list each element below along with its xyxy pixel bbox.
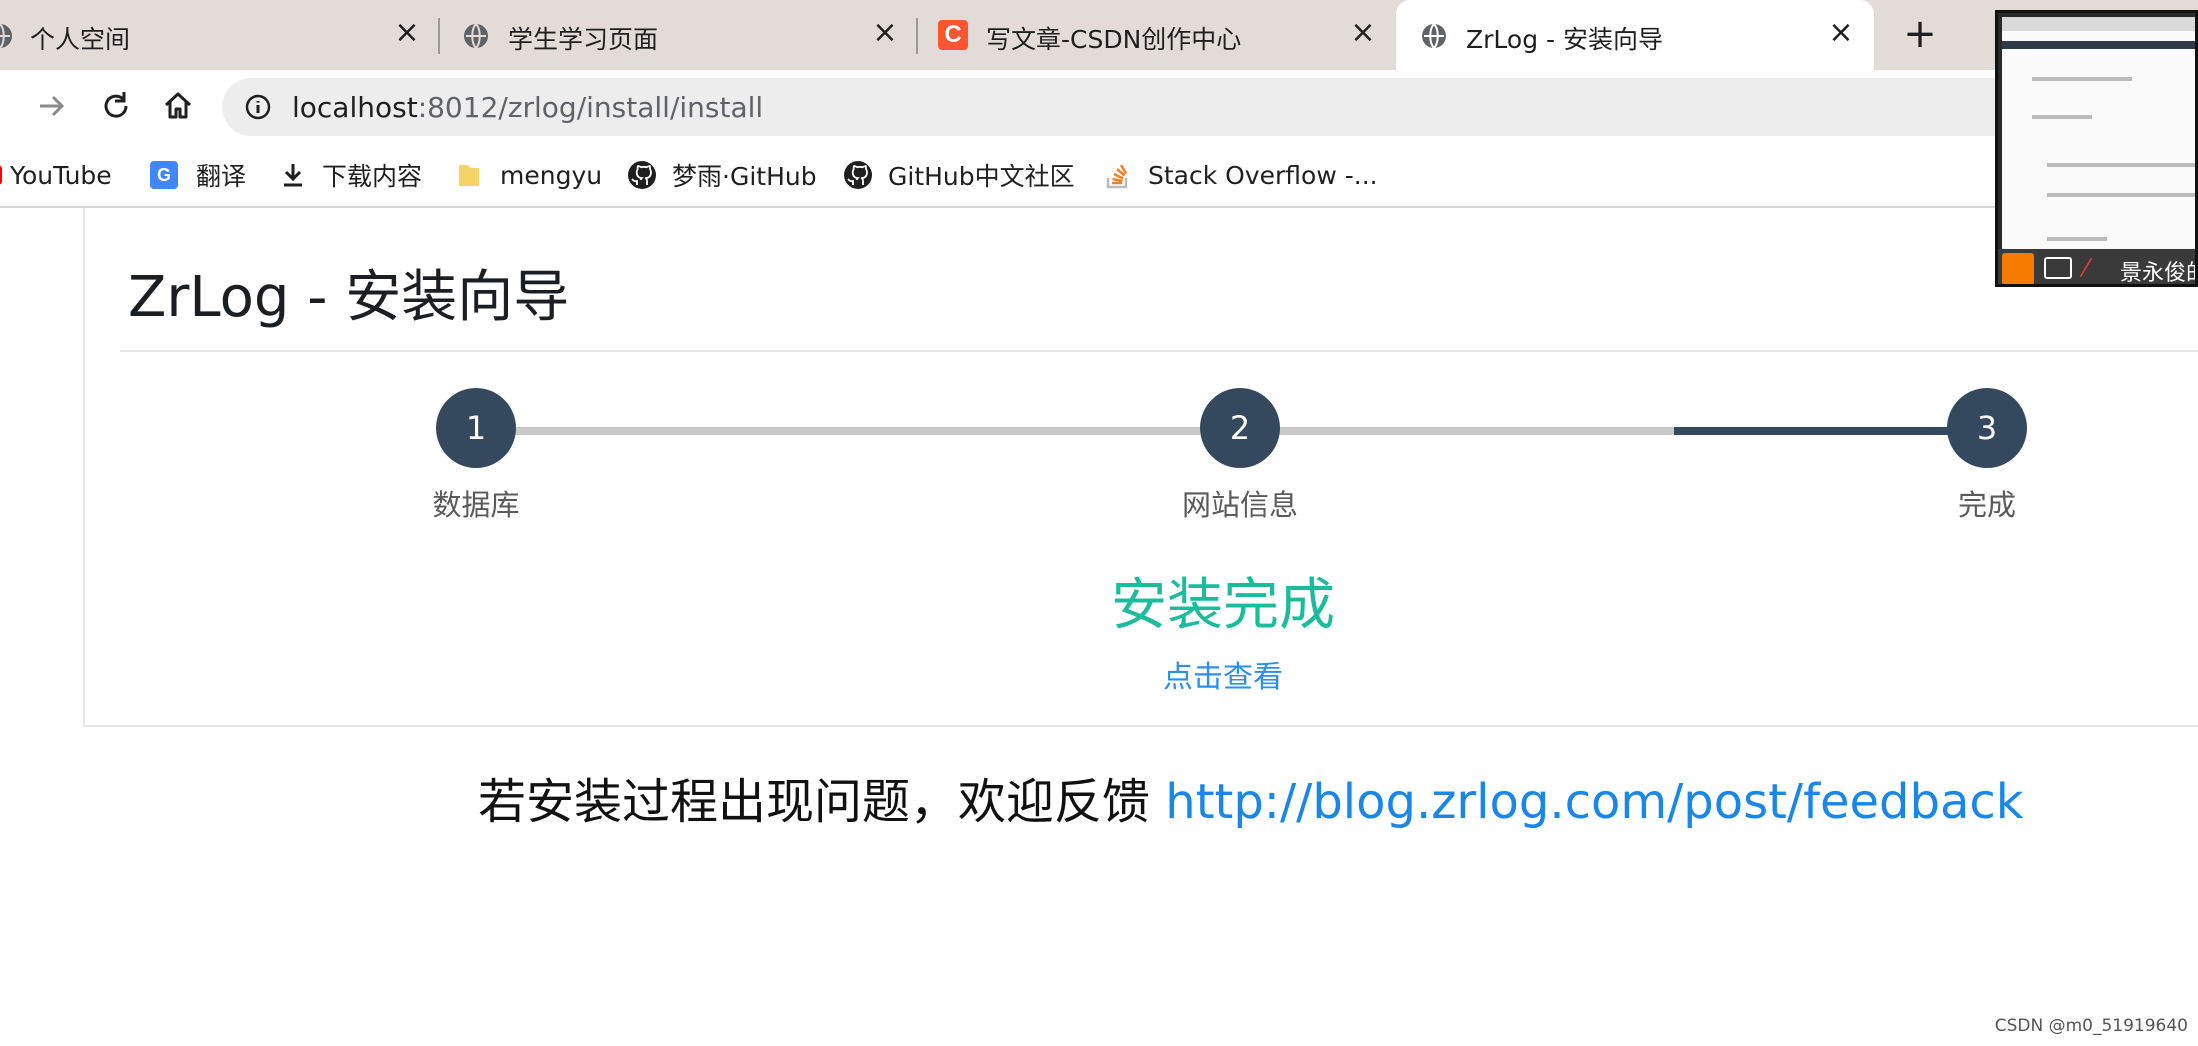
bookmark-mengyu[interactable]: mengyu: [456, 158, 602, 192]
bookmark-stackoverflow[interactable]: Stack Overflow -...: [1104, 158, 1378, 192]
step-label-complete: 完成: [1957, 488, 2017, 522]
new-tab-button[interactable]: +: [1900, 14, 1940, 54]
csdn-watermark: CSDN @m0_51919640: [1994, 1016, 2188, 1036]
feedback-link[interactable]: http://blog.zrlog.com/post/feedback: [1165, 774, 2023, 830]
bookmark-youtube[interactable]: YouTube: [0, 158, 112, 192]
page-title: ZrLog - 安装向导: [128, 265, 570, 330]
bookmark-downloads[interactable]: 下载内容: [280, 158, 422, 192]
close-icon[interactable]: ×: [1826, 18, 1856, 48]
share-icon[interactable]: [2044, 257, 2072, 279]
download-icon: [284, 164, 302, 187]
tab-student-learning[interactable]: 学生学习页面 ×: [440, 0, 918, 70]
step-circle-3: 3: [1947, 388, 2027, 468]
feedback-text: 若安装过程出现问题，欢迎反馈: [478, 774, 1166, 830]
home-icon[interactable]: [158, 86, 198, 126]
tab-zrlog-install[interactable]: ZrLog - 安装向导 ×: [1396, 0, 1874, 70]
step-label-site-info: 网站信息: [1181, 488, 1299, 522]
bookmark-label: Stack Overflow -...: [1148, 160, 1378, 190]
url-path: :8012/zrlog/install/install: [417, 91, 764, 124]
view-site-link[interactable]: 点击查看: [1163, 652, 1283, 696]
thumbnail-toolbar: ⁄ 景永俊的: [1998, 249, 2195, 286]
url-text: localhost:8012/zrlog/install/install: [292, 91, 763, 124]
github-icon: [844, 161, 872, 189]
bookmark-github-cn[interactable]: GitHub中文社区: [842, 158, 1075, 192]
bookmark-label: 梦雨·GitHub: [672, 162, 817, 191]
thumbnail-preview: [2002, 17, 2195, 249]
step-connector-2-done: [1674, 427, 1950, 435]
screen-share-thumbnail[interactable]: ⁄ 景永俊的: [1995, 10, 2198, 287]
person-icon[interactable]: [2002, 253, 2034, 284]
step-connector-2: [1278, 427, 1674, 435]
tab-title: 学生学习页面: [508, 25, 659, 54]
bookmarks-bar: YouTube G 翻译 下载内容 mengyu 梦雨·GitHub GitHu…: [0, 144, 2198, 208]
browser-toolbar: localhost:8012/zrlog/install/install: [0, 70, 2198, 144]
bookmark-label: mengyu: [500, 160, 603, 190]
translate-icon: G: [150, 161, 178, 189]
youtube-icon: [0, 165, 2, 185]
close-icon[interactable]: ×: [392, 18, 422, 48]
close-icon[interactable]: ×: [870, 18, 900, 48]
install-complete-heading: 安装完成: [1111, 573, 1335, 638]
info-icon[interactable]: [244, 93, 272, 121]
bookmark-label: YouTube: [10, 160, 112, 190]
step-circle-1: 1: [436, 388, 516, 468]
bookmark-label: GitHub中文社区: [888, 162, 1075, 191]
title-divider: [120, 350, 2198, 352]
step-label-database: 数据库: [432, 488, 520, 522]
tab-title: ZrLog - 安装向导: [1466, 25, 1663, 54]
step-circle-2: 2: [1200, 388, 1280, 468]
url-host: localhost: [292, 91, 418, 124]
participant-name: 景永俊的: [2120, 261, 2195, 286]
feedback-line: 若安装过程出现问题，欢迎反馈 http://blog.zrlog.com/pos…: [478, 762, 2024, 832]
bookmark-label: 翻译: [196, 162, 247, 191]
tab-title: 写文章-CSDN创作中心: [986, 25, 1242, 54]
stackoverflow-icon: [1106, 164, 1128, 189]
bookmark-mengyu-github[interactable]: 梦雨·GitHub: [626, 158, 817, 192]
globe-icon: [0, 23, 12, 49]
tab-strip: 个人空间 × 学生学习页面 × C 写文章-CSDN创作中心 × ZrLog -…: [0, 0, 2198, 70]
tab-csdn-writer[interactable]: C 写文章-CSDN创作中心 ×: [918, 0, 1396, 70]
tab-personal-space[interactable]: 个人空间 ×: [0, 0, 440, 70]
globe-icon: [1422, 23, 1446, 49]
globe-icon: [464, 23, 488, 49]
tab-title: 个人空间: [30, 25, 131, 54]
reload-icon[interactable]: [96, 86, 136, 126]
mic-muted-icon[interactable]: ⁄: [2084, 255, 2104, 281]
bookmark-label: 下载内容: [322, 162, 423, 191]
step-connector-1: [514, 427, 1200, 435]
folder-icon: [459, 165, 479, 186]
github-icon: [628, 161, 656, 189]
forward-arrow-icon[interactable]: [32, 86, 72, 126]
bookmark-translate[interactable]: G 翻译: [150, 158, 246, 192]
close-icon[interactable]: ×: [1348, 18, 1378, 48]
address-bar[interactable]: localhost:8012/zrlog/install/install: [222, 78, 2022, 136]
csdn-logo-icon: C: [938, 20, 968, 50]
